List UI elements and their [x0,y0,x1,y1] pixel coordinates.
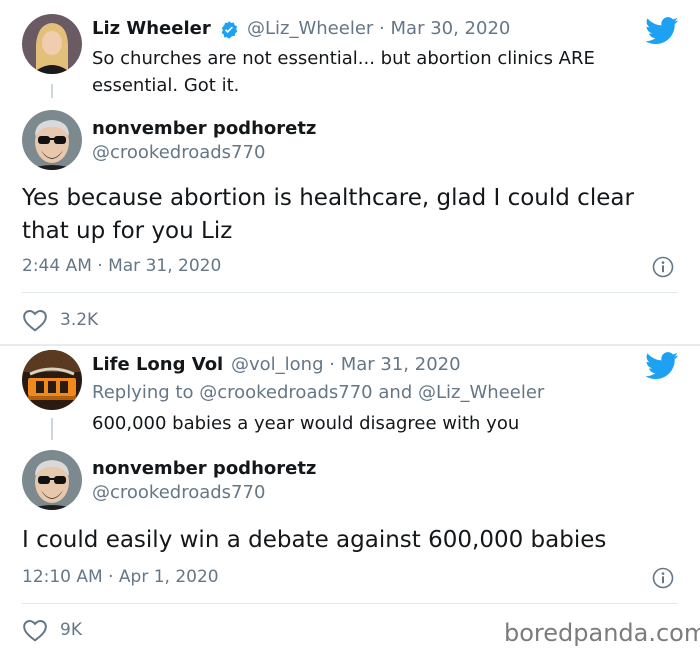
separator-dot: · [379,18,385,39]
mention-link[interactable]: @Liz_Wheeler [418,382,544,403]
avatar-life-long-vol[interactable] [22,350,82,410]
author-name[interactable]: Life Long Vol [92,354,223,375]
avatar-nonvember-podhoretz[interactable] [22,110,82,170]
watermark: boredpanda.com [504,619,700,647]
mention-link[interactable]: @crookedroads770 [199,382,372,403]
info-icon[interactable] [652,567,674,589]
replying-and: and [378,382,413,403]
author-handle[interactable]: @crookedroads770 [92,482,265,503]
verified-badge-icon [219,20,239,40]
divider [22,292,678,293]
author-name[interactable]: nonvember podhoretz [92,118,316,139]
author-handle-and-date: @vol_long · Mar 31, 2020 [231,354,461,375]
info-icon[interactable] [652,256,674,278]
like-count: 9K [60,620,82,640]
quoted-tweet-text: So churches are not essential... but abo… [92,48,595,96]
tweet-text: I could easily win a debate against 600,… [22,527,607,553]
heart-icon[interactable] [22,308,48,332]
twitter-bird-icon[interactable] [645,352,679,380]
tweet-text: Yes because abortion is healthcare, glad… [22,185,634,244]
replying-to-label: Replying to [92,382,194,403]
author-name[interactable]: nonvember podhoretz [92,458,316,479]
avatar-nonvember-podhoretz[interactable] [22,450,82,510]
avatar-liz-wheeler[interactable] [22,14,82,74]
twitter-bird-icon[interactable] [645,17,679,45]
tweet-timestamp[interactable]: 12:10 AM · Apr 1, 2020 [22,567,219,587]
quoted-tweet-text: 600,000 babies a year would disagree wit… [92,413,520,434]
like-count: 3.2K [60,310,99,330]
tweet-timestamp[interactable]: 2:44 AM · Mar 31, 2020 [22,256,221,276]
author-handle[interactable]: @Liz_Wheeler [247,18,373,39]
thread-connector [51,84,53,98]
separator-dot: · [329,354,335,375]
replying-to-line: Replying to @crookedroads770 and @Liz_Wh… [92,382,544,403]
thread-connector [51,418,53,440]
tweet-date[interactable]: Mar 31, 2020 [341,354,461,375]
author-handle-and-date: @Liz_Wheeler · Mar 30, 2020 [247,18,510,39]
author-handle[interactable]: @vol_long [231,354,324,375]
author-name[interactable]: Liz Wheeler [92,18,211,39]
tweet-separator [0,344,700,346]
author-handle[interactable]: @crookedroads770 [92,142,265,163]
heart-icon[interactable] [22,618,48,642]
divider [22,603,678,604]
tweet-date[interactable]: Mar 30, 2020 [391,18,511,39]
